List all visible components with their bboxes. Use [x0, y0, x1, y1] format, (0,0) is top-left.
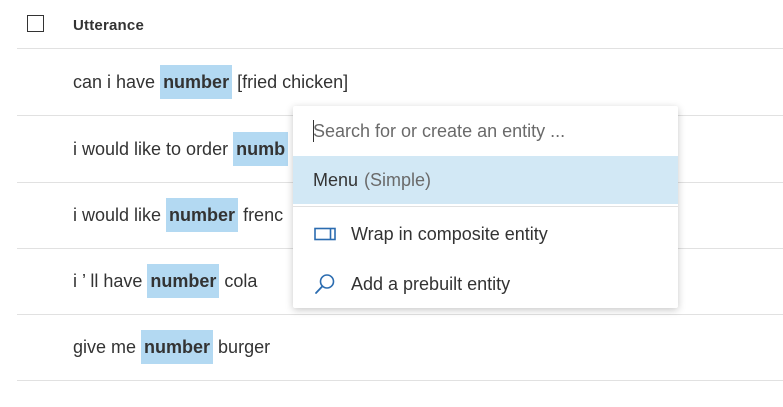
entity-label[interactable]: number: [147, 264, 220, 298]
menu-action-label: Wrap in composite entity: [351, 223, 548, 244]
utterances-page: Utterance can i have number [fried chick…: [0, 0, 783, 407]
menu-item-name: Menu: [313, 169, 359, 190]
utterance-text-before: can i have: [73, 71, 156, 92]
table-row[interactable]: give me number burger: [17, 314, 783, 381]
column-header-utterance: Utterance: [73, 17, 144, 34]
text-cursor: [313, 120, 314, 142]
utterance-text: can i have number [fried chicken]: [73, 65, 348, 99]
utterance-text-after: burger: [218, 336, 271, 357]
utterance-text: i would like to order numb: [73, 132, 293, 166]
wrap-in-composite-entity-button[interactable]: Wrap in composite entity: [293, 209, 678, 259]
entity-label[interactable]: number: [166, 198, 239, 232]
menu-action-label: Add a prebuilt entity: [351, 273, 511, 294]
utterance-text-before: i would like: [73, 204, 162, 225]
entity-label[interactable]: numb: [233, 132, 289, 166]
utterance-text-before: i ’ ll have: [73, 270, 143, 291]
composite-entity-icon: [313, 222, 337, 246]
utterance-text-before: give me: [73, 336, 137, 357]
menu-divider: [293, 206, 678, 207]
utterance-text-before: i would like to order: [73, 138, 229, 159]
entity-picker-menu: Menu (Simple) Wrap in composite entity A…: [293, 106, 678, 308]
utterance-text: i would like number frenc: [73, 198, 283, 232]
search-icon: [313, 272, 337, 296]
add-prebuilt-entity-button[interactable]: Add a prebuilt entity: [293, 259, 678, 309]
menu-item-type: (Simple): [364, 169, 432, 190]
utterance-text-after: frenc: [243, 204, 284, 225]
utterance-text: give me number burger: [73, 330, 270, 364]
utterance-text-after: [fried chicken]: [237, 71, 349, 92]
table-header: Utterance: [17, 0, 783, 49]
entity-label[interactable]: number: [141, 330, 214, 364]
utterance-text: i ’ ll have number cola: [73, 264, 257, 298]
utterance-text-after: cola: [224, 270, 258, 291]
entity-search-input[interactable]: [293, 106, 678, 156]
menu-item-menu-entity[interactable]: Menu (Simple): [293, 156, 678, 206]
select-all-checkbox[interactable]: [27, 15, 44, 32]
entity-label[interactable]: number: [160, 65, 233, 99]
